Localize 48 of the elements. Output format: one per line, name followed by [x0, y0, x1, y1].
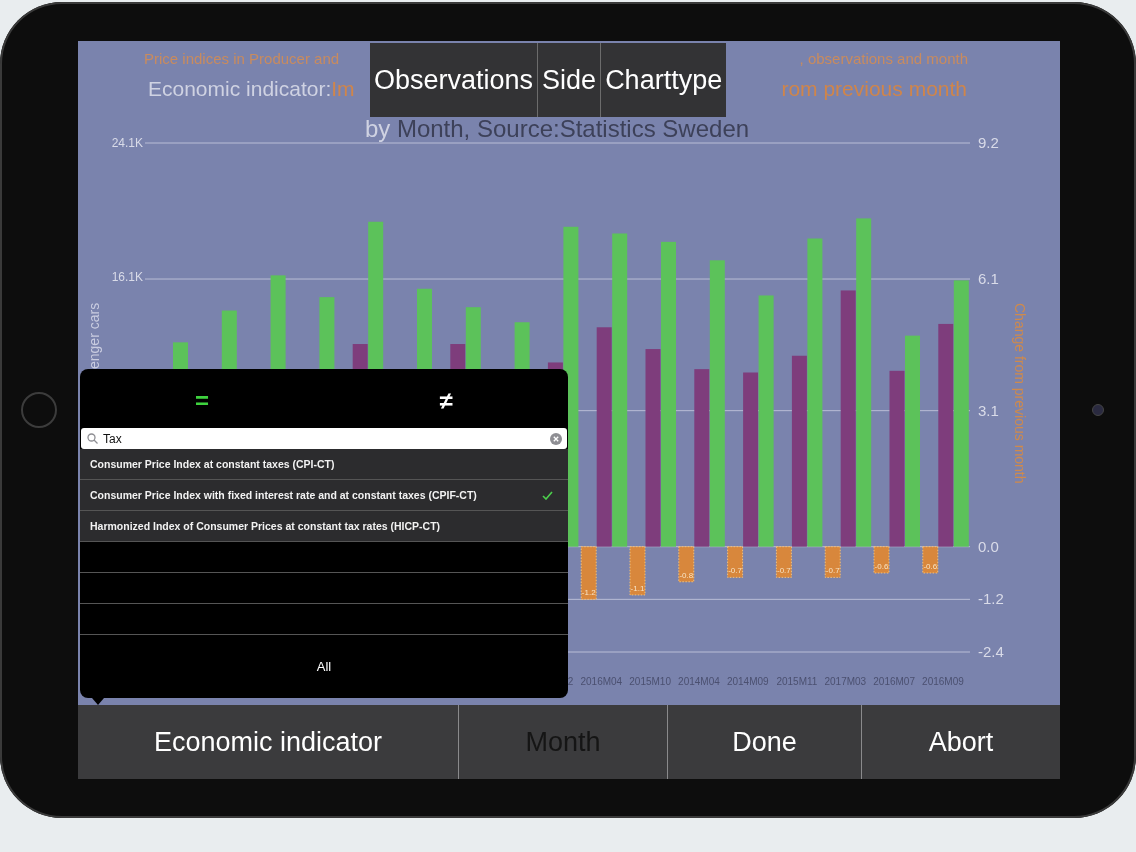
y2-tick-label: -1.2 [978, 590, 1004, 608]
value-label: -0.8 [679, 570, 694, 580]
value-label: -0.7 [777, 566, 791, 576]
toolbar-button[interactable]: Done [668, 705, 861, 779]
axis-title: enger cars [86, 302, 102, 369]
value-label: -0.6 [874, 562, 889, 571]
title-text: by Month, Source:Statistics Sweden [364, 115, 750, 142]
search-field[interactable]: Tax [81, 428, 567, 449]
y2-tick-label: 0.0 [978, 537, 999, 555]
list-item[interactable]: Consumer Price Index at constant taxes (CPI-CT) [80, 449, 568, 480]
x-tick-label: 2016M04 [580, 676, 623, 687]
title-text: , observations and month [799, 50, 968, 67]
title-text: Price indices in Producer and [144, 50, 340, 67]
home-button[interactable] [21, 392, 57, 428]
all-button[interactable]: All [80, 635, 568, 698]
list-item[interactable]: Harmonized Index of Consumer Prices at constant tax rates (HICP-CT) [80, 511, 568, 542]
operator-tab[interactable]: ≠ [324, 369, 568, 430]
y2-tick-label: -2.4 [978, 643, 1004, 660]
title-text: rom previous month [781, 77, 967, 100]
x-tick-label: 2015M11 [776, 676, 818, 687]
x-tick-label: 2017M03 [824, 676, 867, 687]
value-label: -1.1 [630, 583, 645, 593]
x-tick-label: 2016M07 [873, 676, 915, 687]
menu-button[interactable]: Side [538, 43, 601, 117]
y-tick-label: 16.1K [111, 270, 143, 285]
title-text: Economic indicator:Im [148, 77, 355, 100]
x-tick-label: 2015M10 [629, 676, 671, 687]
toolbar-button[interactable]: Economic indicator [78, 705, 458, 779]
menu-button[interactable]: Charttype [601, 43, 727, 117]
y2-tick-label: 3.1 [978, 401, 999, 419]
x-tick-label: 2016M09 [922, 676, 964, 687]
value-label: -0.7 [728, 566, 742, 576]
value-label: -1.2 [581, 588, 596, 598]
menu-button[interactable]: Observations [370, 43, 538, 117]
clear-icon[interactable] [550, 432, 562, 445]
value-label: -0.6 [923, 562, 938, 571]
x-tick-label: 2014M09 [726, 676, 769, 687]
y2-tick-label: 6.1 [978, 270, 999, 288]
camera-icon [1092, 404, 1104, 416]
y-tick-label: 24.1K [111, 136, 143, 151]
y2-tick-label: 9.2 [978, 134, 999, 151]
search-icon [87, 433, 98, 444]
operator-tab[interactable]: = [80, 369, 324, 430]
value-label: -0.7 [825, 566, 840, 576]
x-tick-label: 2014M04 [678, 676, 720, 687]
list-item[interactable]: Consumer Price Index with fixed interest rate and at constant taxes (CPIF-CT) [80, 480, 568, 511]
toolbar-button[interactable]: Abort [862, 705, 1060, 779]
axis-title: Change from previous month [1012, 303, 1028, 484]
